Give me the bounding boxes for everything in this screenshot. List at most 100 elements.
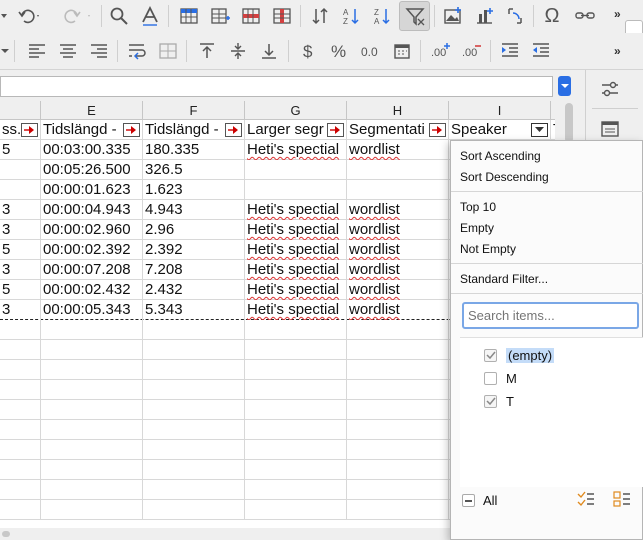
table-cell[interactable]: [245, 460, 347, 480]
font-name-dropdown-icon[interactable]: [0, 38, 10, 64]
table-cell[interactable]: [41, 480, 143, 500]
table-cell[interactable]: [0, 320, 41, 340]
table-cell[interactable]: [143, 380, 245, 400]
table-cell[interactable]: [347, 460, 449, 480]
empty-item[interactable]: Empty: [460, 221, 494, 235]
table-cell[interactable]: [245, 340, 347, 360]
table-cell[interactable]: [245, 500, 347, 520]
properties-icon[interactable]: [596, 116, 624, 142]
table-cell[interactable]: [143, 500, 245, 520]
table-cell[interactable]: [0, 500, 41, 520]
table-cell[interactable]: 00:00:05.343: [41, 300, 143, 320]
filter-value-m[interactable]: M: [484, 368, 517, 388]
collapsed-tools-icon[interactable]: [0, 3, 8, 29]
table-cell[interactable]: wordlist: [347, 200, 449, 220]
top10-item[interactable]: Top 10: [460, 200, 496, 214]
table-cell[interactable]: [0, 160, 41, 180]
table-cell[interactable]: Heti's spectial: [245, 300, 347, 320]
formula-input[interactable]: [0, 76, 553, 97]
table-cell[interactable]: [143, 320, 245, 340]
column-header[interactable]: G: [245, 101, 347, 120]
table-cell[interactable]: [143, 460, 245, 480]
wrap-text-icon[interactable]: [124, 38, 150, 64]
table-cell[interactable]: 3: [0, 300, 41, 320]
more-formatting-button[interactable]: »: [614, 44, 621, 58]
not-empty-item[interactable]: Not Empty: [460, 242, 516, 256]
table-cell[interactable]: [0, 180, 41, 200]
table-cell[interactable]: 00:00:01.623: [41, 180, 143, 200]
autofilter-dropdown[interactable]: [21, 123, 38, 137]
table-cell[interactable]: [143, 440, 245, 460]
column-header[interactable]: [0, 101, 41, 120]
sort-descending-item[interactable]: Sort Descending: [460, 170, 549, 184]
table-cell[interactable]: 00:00:02.392: [41, 240, 143, 260]
table-cell[interactable]: 5.343: [143, 300, 245, 320]
checkbox-empty[interactable]: [484, 348, 497, 362]
table-cell[interactable]: [41, 500, 143, 520]
table-cell[interactable]: 2.96: [143, 220, 245, 240]
table-cell[interactable]: wordlist: [347, 220, 449, 240]
undo-icon[interactable]: [14, 3, 44, 29]
table-cell[interactable]: Heti's spectial: [245, 260, 347, 280]
sidebar-settings-icon[interactable]: [596, 76, 624, 102]
table-cell[interactable]: 2.432: [143, 280, 245, 300]
table-cell[interactable]: wordlist: [347, 240, 449, 260]
table-cell[interactable]: [41, 420, 143, 440]
table-cell[interactable]: wordlist: [347, 300, 449, 320]
insert-image-icon[interactable]: [440, 3, 466, 29]
table-cell[interactable]: [41, 440, 143, 460]
table-cell[interactable]: [245, 380, 347, 400]
table-cell[interactable]: [245, 440, 347, 460]
table-cell[interactable]: 326.5: [143, 160, 245, 180]
pivot-table-icon[interactable]: [502, 3, 528, 29]
standard-filter-item[interactable]: Standard Filter...: [460, 272, 548, 286]
table-cell[interactable]: 3: [0, 200, 41, 220]
delete-row-icon[interactable]: [238, 3, 264, 29]
special-character-icon[interactable]: Ω: [538, 3, 566, 29]
column-header[interactable]: H: [347, 101, 449, 120]
merge-cells-icon[interactable]: [155, 38, 181, 64]
filter-value-t[interactable]: T: [484, 391, 514, 411]
table-cell[interactable]: [143, 340, 245, 360]
number-format-icon[interactable]: 0.0: [358, 38, 384, 64]
decrease-indent-icon[interactable]: [528, 38, 554, 64]
table-cell[interactable]: 00:05:26.500: [41, 160, 143, 180]
redo-icon[interactable]: [58, 3, 96, 29]
center-vertically-icon[interactable]: [225, 38, 251, 64]
table-cell[interactable]: Heti's spectial: [245, 140, 347, 160]
add-decimal-place-icon[interactable]: .00: [428, 38, 454, 64]
autofilter-dropdown[interactable]: [225, 123, 242, 137]
spelling-icon[interactable]: [137, 3, 163, 29]
checkbox-m[interactable]: [484, 371, 497, 385]
horizontal-scroll-thumb[interactable]: [2, 531, 10, 537]
autofilter-dropdown[interactable]: [327, 123, 344, 137]
table-cell[interactable]: [143, 480, 245, 500]
table-cell[interactable]: [0, 440, 41, 460]
delete-column-icon[interactable]: [269, 3, 295, 29]
date-format-icon[interactable]: [389, 38, 415, 64]
table-cell[interactable]: [347, 380, 449, 400]
increase-indent-icon[interactable]: [497, 38, 523, 64]
table-cell[interactable]: [245, 180, 347, 200]
table-cell[interactable]: [41, 400, 143, 420]
table-cell[interactable]: [347, 440, 449, 460]
insert-chart-icon[interactable]: [471, 3, 497, 29]
hyperlink-icon[interactable]: [572, 3, 598, 29]
table-cell[interactable]: 5: [0, 140, 41, 160]
table-cell[interactable]: [347, 320, 449, 340]
table-cell[interactable]: 00:00:07.208: [41, 260, 143, 280]
table-cell[interactable]: [347, 180, 449, 200]
table-cell[interactable]: [245, 420, 347, 440]
row-icon[interactable]: [176, 3, 202, 29]
table-cell[interactable]: [347, 340, 449, 360]
table-cell[interactable]: [0, 400, 41, 420]
table-cell[interactable]: 2.392: [143, 240, 245, 260]
table-cell[interactable]: [347, 480, 449, 500]
delete-decimal-place-icon[interactable]: .00: [459, 38, 485, 64]
filter-value-empty[interactable]: (empty): [484, 345, 555, 365]
vertical-scroll-thumb[interactable]: [565, 103, 573, 143]
more-tools-button[interactable]: »: [614, 7, 621, 21]
table-cell[interactable]: Heti's spectial: [245, 220, 347, 240]
table-cell[interactable]: [0, 460, 41, 480]
table-cell[interactable]: 00:00:02.432: [41, 280, 143, 300]
